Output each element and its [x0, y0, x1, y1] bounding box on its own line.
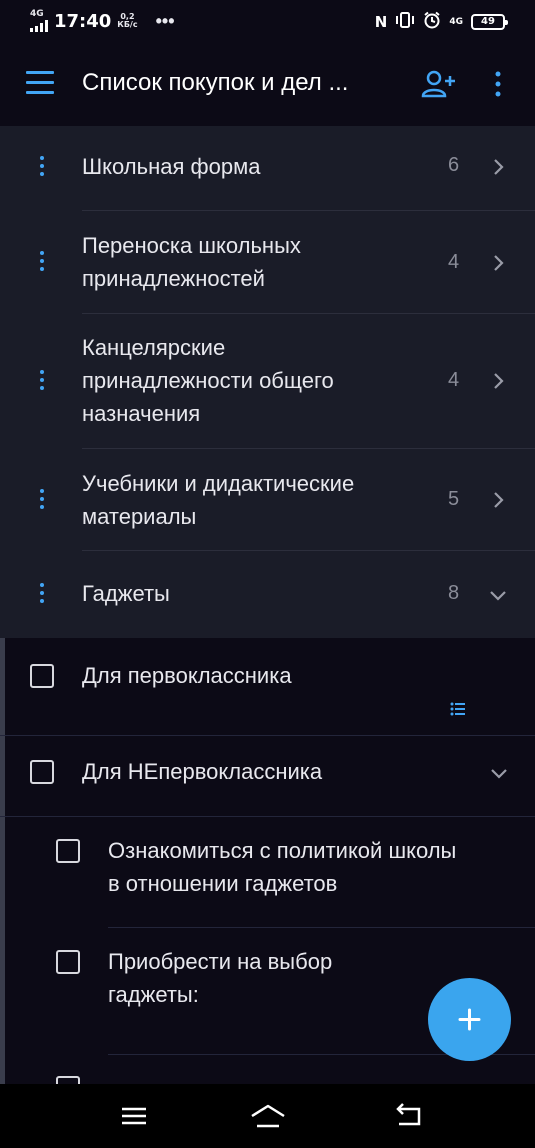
chevron-right-icon: [494, 159, 504, 175]
speed-unit: КБ/с: [117, 20, 138, 29]
vibrate-icon: [395, 12, 415, 32]
menu-icon[interactable]: [114, 1098, 154, 1134]
more-options-button[interactable]: [486, 68, 510, 100]
list-item-expanded[interactable]: Гаджеты 8: [0, 551, 535, 638]
home-icon[interactable]: [248, 1098, 288, 1134]
battery-icon: 49: [471, 14, 508, 30]
notes-icon[interactable]: [450, 702, 466, 716]
item-checkbox[interactable]: [56, 839, 80, 863]
network-speed: 0,2 КБ/с: [117, 13, 137, 29]
item-text: Приобрести на выбор гаджеты:: [108, 949, 333, 1007]
item-checkbox[interactable]: [30, 760, 54, 784]
hamburger-menu-icon[interactable]: [26, 71, 54, 95]
chevron-right-icon: [494, 492, 504, 508]
item-text: Для НЕпервоклассника: [82, 759, 323, 784]
list-name: Канцелярские принадлежности общего назна…: [82, 335, 334, 426]
page-title: Список покупок и дел ...: [82, 69, 349, 96]
clock: 17:40: [54, 10, 112, 32]
plus-icon: [458, 1008, 481, 1031]
network-type-left: 4G: [30, 9, 44, 19]
chevron-right-icon: [494, 255, 504, 271]
list-name: Переноска школьных принадлежностей: [82, 233, 301, 291]
network-type-right: 4G: [449, 16, 463, 27]
chevron-down-icon[interactable]: [489, 763, 509, 783]
signal-icon: [30, 20, 48, 32]
add-person-icon: [421, 70, 455, 98]
list-item[interactable]: Переноска школьных принадлежностей 4: [0, 211, 535, 313]
alarm-icon: [423, 11, 441, 33]
app-bar: Список покупок и дел ...: [0, 40, 535, 126]
notification-dots-icon: •••: [155, 10, 175, 31]
item-checkbox[interactable]: [30, 664, 54, 688]
chevron-down-icon[interactable]: [488, 585, 508, 605]
status-right: N 4G 49: [374, 11, 508, 33]
share-list-button[interactable]: [420, 68, 460, 100]
chevron-right-icon: [494, 373, 504, 389]
item-text: Ознакомиться с политикой школы в отношен…: [108, 838, 457, 896]
vertical-dots-icon: [495, 71, 501, 97]
item-checkbox[interactable]: [56, 950, 80, 974]
item-text: Для первоклассника: [82, 663, 292, 688]
nfc-icon: N: [374, 13, 388, 31]
system-navigation-bar: [0, 1084, 535, 1148]
list-count: 6: [448, 154, 460, 176]
drag-handle-icon[interactable]: [35, 251, 49, 275]
list-name: Гаджеты: [82, 581, 170, 606]
signal-group: 4G: [30, 10, 48, 32]
drag-handle-icon[interactable]: [35, 489, 49, 513]
list-item[interactable]: Учебники и дидактические материалы 5: [0, 449, 535, 550]
drag-handle-icon[interactable]: [35, 156, 49, 180]
back-icon[interactable]: [388, 1098, 428, 1134]
status-bar: 4G 17:40 0,2 КБ/с ••• N 4G 49: [0, 0, 535, 40]
list-count: 4: [448, 251, 460, 273]
add-item-button[interactable]: [428, 978, 511, 1061]
list-item[interactable]: Канцелярские принадлежности общего назна…: [0, 314, 535, 448]
list-item[interactable]: Ознакомиться с политикой школы в отношен…: [0, 817, 535, 927]
list-item[interactable]: Для первоклассника: [0, 638, 535, 735]
drag-handle-icon[interactable]: [35, 583, 49, 607]
list-count: 4: [448, 369, 460, 391]
list-item-expanded[interactable]: Для НЕпервоклассника: [0, 736, 535, 816]
lists-panel: Школьная форма 6 Переноска школьных прин…: [0, 126, 535, 638]
list-name: Учебники и дидактические материалы: [82, 471, 355, 529]
list-count: 5: [448, 488, 460, 510]
drag-handle-icon[interactable]: [35, 370, 49, 394]
list-item[interactable]: Школьная форма 6: [0, 126, 535, 210]
list-count: 8: [448, 582, 460, 604]
status-left: 4G 17:40 0,2 КБ/с •••: [30, 10, 175, 32]
list-name: Школьная форма: [82, 154, 261, 179]
